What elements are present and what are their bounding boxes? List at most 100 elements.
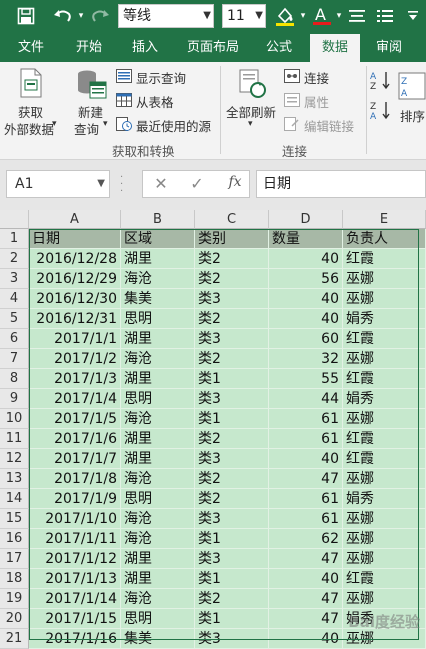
row-header[interactable]: 17	[0, 549, 29, 569]
table-cell[interactable]: 思明	[121, 389, 195, 409]
more-options-icon[interactable]: ···	[120, 174, 126, 194]
table-cell[interactable]: 类2	[195, 249, 269, 269]
table-cell[interactable]: 娟秀	[343, 389, 426, 409]
table-cell[interactable]: 类3	[195, 449, 269, 469]
show-queries-button[interactable]: 显示查询	[116, 66, 216, 86]
header-cell[interactable]: 区域	[121, 229, 195, 249]
row-header[interactable]: 10	[0, 409, 29, 429]
table-cell[interactable]: 湖里	[121, 329, 195, 349]
table-cell[interactable]: 巫娜	[343, 589, 426, 609]
table-cell[interactable]: 类1	[195, 529, 269, 549]
table-cell[interactable]: 47	[269, 549, 343, 569]
table-cell[interactable]: 巫娜	[343, 549, 426, 569]
table-cell[interactable]: 湖里	[121, 449, 195, 469]
table-cell[interactable]: 40	[269, 249, 343, 269]
table-cell[interactable]: 类3	[195, 509, 269, 529]
get-external-data-button[interactable]: 获取 外部数据 ▾	[2, 64, 60, 136]
from-table-button[interactable]: 从表格	[116, 90, 216, 110]
table-cell[interactable]: 60	[269, 329, 343, 349]
table-cell[interactable]: 类2	[195, 349, 269, 369]
font-color-icon[interactable]: A	[310, 4, 334, 28]
table-cell[interactable]: 56	[269, 269, 343, 289]
table-cell[interactable]: 湖里	[121, 249, 195, 269]
font-size-select[interactable]: 11 ▼	[222, 4, 266, 28]
table-cell[interactable]: 类2	[195, 489, 269, 509]
row-header[interactable]: 14	[0, 489, 29, 509]
table-cell[interactable]: 湖里	[121, 549, 195, 569]
enter-icon[interactable]: ✓	[187, 174, 207, 194]
table-cell[interactable]: 2017/1/1	[29, 329, 121, 349]
tab-file[interactable]: 文件	[6, 34, 56, 62]
table-cell[interactable]: 巫娜	[343, 289, 426, 309]
table-cell[interactable]: 2016/12/30	[29, 289, 121, 309]
table-cell[interactable]: 类3	[195, 389, 269, 409]
table-cell[interactable]: 海沧	[121, 269, 195, 289]
connections-button[interactable]: 连接	[284, 66, 364, 86]
table-cell[interactable]: 湖里	[121, 429, 195, 449]
table-cell[interactable]: 海沧	[121, 409, 195, 429]
column-header-a[interactable]: A	[29, 210, 121, 229]
table-cell[interactable]: 类1	[195, 609, 269, 629]
font-color-dropdown-icon[interactable]: ▾	[334, 4, 344, 28]
table-cell[interactable]: 巫娜	[343, 349, 426, 369]
row-header[interactable]: 3	[0, 269, 29, 289]
row-header[interactable]: 6	[0, 329, 29, 349]
table-cell[interactable]: 61	[269, 409, 343, 429]
tab-review[interactable]: 审阅	[364, 34, 414, 62]
table-cell[interactable]: 集美	[121, 629, 195, 649]
column-header-b[interactable]: B	[121, 210, 195, 229]
undo-dropdown-icon[interactable]: ▾	[76, 4, 86, 28]
row-header[interactable]: 4	[0, 289, 29, 309]
table-cell[interactable]: 2017/1/2	[29, 349, 121, 369]
table-cell[interactable]: 2017/1/5	[29, 409, 121, 429]
row-header[interactable]: 20	[0, 609, 29, 629]
insert-function-icon[interactable]: fx	[223, 174, 247, 194]
table-cell[interactable]: 海沧	[121, 529, 195, 549]
table-cell[interactable]: 40	[269, 569, 343, 589]
table-cell[interactable]: 红霞	[343, 429, 426, 449]
table-cell[interactable]: 类1	[195, 369, 269, 389]
header-cell[interactable]: 日期	[29, 229, 121, 249]
fill-color-icon[interactable]	[272, 4, 298, 28]
table-cell[interactable]: 2016/12/28	[29, 249, 121, 269]
table-cell[interactable]: 40	[269, 289, 343, 309]
chevron-down-icon[interactable]: ▼	[97, 171, 105, 197]
table-cell[interactable]: 娟秀	[343, 489, 426, 509]
table-cell[interactable]: 2017/1/3	[29, 369, 121, 389]
table-cell[interactable]: 海沧	[121, 509, 195, 529]
column-header-c[interactable]: C	[195, 210, 269, 229]
tab-data[interactable]: 数据	[310, 34, 360, 62]
table-cell[interactable]: 2017/1/14	[29, 589, 121, 609]
tab-page-layout[interactable]: 页面布局	[178, 34, 248, 62]
header-cell[interactable]: 数量	[269, 229, 343, 249]
select-all-corner[interactable]	[0, 210, 29, 229]
table-cell[interactable]: 思明	[121, 309, 195, 329]
table-cell[interactable]: 类3	[195, 329, 269, 349]
sort-az-button[interactable]: AZ	[370, 70, 394, 92]
table-cell[interactable]: 2017/1/7	[29, 449, 121, 469]
table-cell[interactable]: 海沧	[121, 349, 195, 369]
table-cell[interactable]: 类3	[195, 629, 269, 649]
row-header[interactable]: 1	[0, 229, 29, 249]
table-cell[interactable]: 湖里	[121, 369, 195, 389]
table-cell[interactable]: 海沧	[121, 589, 195, 609]
row-header[interactable]: 8	[0, 369, 29, 389]
align-icon[interactable]	[346, 4, 368, 28]
table-cell[interactable]: 红霞	[343, 249, 426, 269]
table-cell[interactable]: 2017/1/11	[29, 529, 121, 549]
table-cell[interactable]: 巫娜	[343, 509, 426, 529]
table-cell[interactable]: 32	[269, 349, 343, 369]
row-header[interactable]: 19	[0, 589, 29, 609]
formula-input[interactable]: 日期	[256, 170, 426, 198]
row-header[interactable]: 13	[0, 469, 29, 489]
table-cell[interactable]: 47	[269, 609, 343, 629]
table-cell[interactable]: 集美	[121, 289, 195, 309]
table-cell[interactable]: 2017/1/4	[29, 389, 121, 409]
table-cell[interactable]: 2017/1/16	[29, 629, 121, 649]
table-cell[interactable]: 2016/12/29	[29, 269, 121, 289]
table-cell[interactable]: 2017/1/8	[29, 469, 121, 489]
table-cell[interactable]: 思明	[121, 489, 195, 509]
column-header-e[interactable]: E	[343, 210, 426, 229]
table-cell[interactable]: 巫娜	[343, 409, 426, 429]
column-header-d[interactable]: D	[269, 210, 343, 229]
